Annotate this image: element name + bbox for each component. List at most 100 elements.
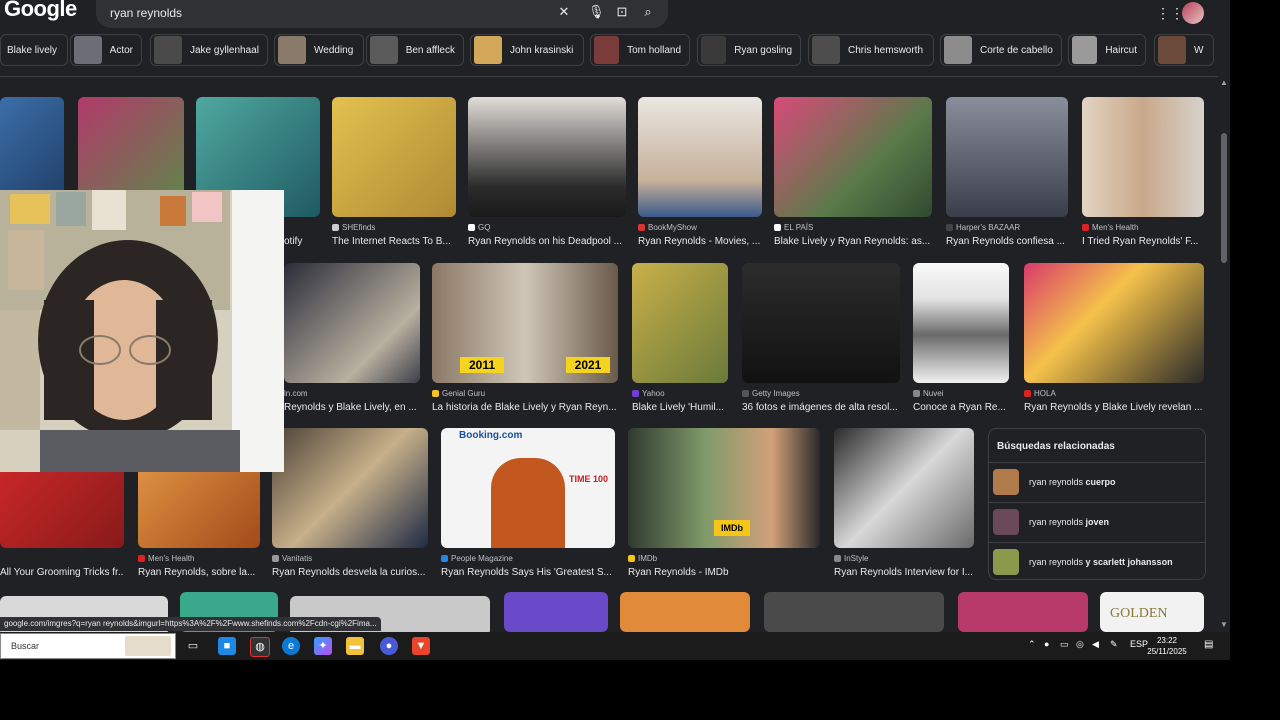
result-title[interactable]: Blake Lively 'Humil... — [632, 402, 728, 413]
result-thumbnail[interactable] — [742, 263, 900, 383]
chip-ben-affleck[interactable]: Ben affleck — [366, 34, 464, 66]
result-thumbnail[interactable] — [638, 97, 762, 217]
result-title[interactable]: All Your Grooming Tricks fr... — [0, 567, 124, 578]
scroll-down-icon[interactable]: ▼ — [1219, 620, 1229, 630]
image-result[interactable] — [764, 592, 944, 632]
result-thumbnail[interactable] — [332, 97, 456, 217]
related-item-scarlett[interactable]: ryan reynolds y scarlett johansson — [989, 542, 1205, 581]
image-result[interactable]: SHEfinds The Internet Reacts To B... — [332, 97, 456, 247]
result-title[interactable]: I Tried Ryan Reynolds' F... — [1082, 236, 1206, 247]
edge-icon[interactable]: e — [282, 637, 300, 655]
image-result[interactable] — [504, 592, 608, 632]
result-thumbnail[interactable]: GOLDEN — [1100, 592, 1204, 632]
result-title[interactable]: Blake Lively y Ryan Reynolds: as... — [774, 236, 932, 247]
related-item-joven[interactable]: ryan reynolds joven — [989, 502, 1205, 541]
chip-actor[interactable]: Actor — [70, 34, 142, 66]
settings-tray-icon[interactable]: ◎ — [1076, 639, 1084, 650]
image-result[interactable]: Nuvei Conoce a Ryan Re... — [913, 263, 1011, 413]
result-thumbnail[interactable] — [946, 97, 1068, 217]
image-result[interactable]: Men's Health I Tried Ryan Reynolds' F... — [1082, 97, 1206, 247]
pen-icon[interactable]: ✎ — [1110, 639, 1118, 650]
result-thumbnail[interactable] — [468, 97, 626, 217]
result-thumbnail[interactable] — [913, 263, 1009, 383]
chip-blake-lively[interactable]: Blake lively — [0, 34, 68, 66]
result-title[interactable]: The Internet Reacts To B... — [332, 236, 450, 247]
image-result[interactable]: GQ Ryan Reynolds on his Deadpool ... — [468, 97, 626, 247]
image-result[interactable]: Booking.com TIME 100 People Magazine Rya… — [441, 428, 617, 580]
apps-grid-icon[interactable]: ⋮⋮ — [1156, 5, 1184, 21]
store-icon[interactable]: ■ — [218, 637, 236, 655]
image-result[interactable]: Getty Images 36 fotos e imágenes de alta… — [742, 263, 900, 413]
microphone-icon[interactable]: 🎙 — [588, 4, 605, 20]
scroll-up-icon[interactable]: ▲ — [1219, 78, 1229, 88]
chip-corte-de-cabello[interactable]: Corte de cabello — [940, 34, 1062, 66]
task-view-icon[interactable]: ▭ — [184, 637, 202, 655]
image-result[interactable]: ln.com Reynolds y Blake Lively, en ... — [284, 263, 420, 413]
search-box[interactable]: ✕ 🎙 ⊡ ⌕ — [96, 0, 668, 28]
result-thumbnail[interactable] — [284, 263, 420, 383]
result-thumbnail[interactable] — [958, 592, 1088, 632]
image-result[interactable]: InStyle Ryan Reynolds Interview for I... — [834, 428, 974, 580]
result-thumbnail[interactable] — [272, 428, 428, 548]
result-title[interactable]: otify — [284, 236, 320, 247]
image-result[interactable]: EL PAÍS Blake Lively y Ryan Reynolds: as… — [774, 97, 934, 247]
clock[interactable]: 23:22 25/11/2025 — [1144, 635, 1190, 657]
result-title[interactable]: Reynolds y Blake Lively, en ... — [284, 402, 420, 413]
avatar[interactable] — [1182, 2, 1204, 24]
result-thumbnail[interactable] — [620, 592, 750, 632]
result-title[interactable]: Ryan Reynolds, sobre la... — [138, 567, 260, 578]
result-title[interactable]: Ryan Reynolds y Blake Lively revelan ... — [1024, 402, 1204, 413]
chip-john-krasinski[interactable]: John krasinski — [470, 34, 584, 66]
result-title[interactable]: 36 fotos e imágenes de alta resol... — [742, 402, 900, 413]
app-icon[interactable]: ◍ — [250, 637, 270, 657]
result-title[interactable]: Ryan Reynolds Interview for I... — [834, 567, 974, 578]
result-title[interactable]: Ryan Reynolds on his Deadpool ... — [468, 236, 626, 247]
chip-jake-gyllenhaal[interactable]: Jake gyllenhaal — [150, 34, 268, 66]
result-title[interactable]: Ryan Reynolds confiesa ... — [946, 236, 1070, 247]
result-title[interactable]: Conoce a Ryan Re... — [913, 402, 1009, 413]
tray-chevron-icon[interactable]: ⌃ — [1028, 639, 1036, 650]
image-result[interactable]: HOLA Ryan Reynolds y Blake Lively revela… — [1024, 263, 1206, 413]
folder-icon[interactable]: ▬ — [346, 637, 364, 655]
image-result[interactable]: Harper's BAZAAR Ryan Reynolds confiesa .… — [946, 97, 1070, 247]
image-result[interactable]: BookMyShow Ryan Reynolds - Movies, ... — [638, 97, 762, 247]
microphone-tray-icon[interactable]: ● — [1044, 639, 1049, 649]
notification-icon[interactable]: ▤ — [1204, 639, 1216, 651]
result-thumbnail[interactable] — [1082, 97, 1204, 217]
result-thumbnail[interactable]: 2011 2021 — [432, 263, 618, 383]
image-result[interactable]: IMDb IMDb Ryan Reynolds - IMDb — [628, 428, 822, 580]
clear-icon[interactable]: ✕ — [556, 4, 572, 20]
chip-ryan-gosling[interactable]: Ryan gosling — [697, 34, 801, 66]
result-thumbnail[interactable] — [504, 592, 608, 632]
image-result[interactable]: GOLDEN — [1100, 592, 1206, 632]
scrollbar-thumb[interactable] — [1221, 133, 1227, 263]
camera-search-icon[interactable]: ⊡ — [614, 4, 630, 20]
chip-wedding[interactable]: Wedding — [274, 34, 364, 66]
result-thumbnail[interactable] — [1024, 263, 1204, 383]
result-thumbnail[interactable] — [834, 428, 974, 548]
chip-w[interactable]: W — [1154, 34, 1214, 66]
chip-chris-hemsworth[interactable]: Chris hemsworth — [808, 34, 934, 66]
result-thumbnail[interactable]: IMDb — [628, 428, 820, 548]
search-icon[interactable]: ⌕ — [640, 4, 656, 20]
search-input[interactable] — [108, 1, 542, 25]
volume-icon[interactable]: ◀ — [1092, 639, 1099, 650]
chrome-icon[interactable]: ● — [380, 637, 398, 655]
copilot-icon[interactable]: ✦ — [314, 637, 332, 655]
network-icon[interactable]: ▭ — [1060, 639, 1069, 650]
result-title[interactable]: Ryan Reynolds - Movies, ... — [638, 236, 762, 247]
result-thumbnail[interactable] — [764, 592, 944, 632]
image-result[interactable] — [958, 592, 1088, 632]
result-thumbnail[interactable] — [632, 263, 728, 383]
chip-haircut[interactable]: Haircut — [1068, 34, 1146, 66]
result-thumbnail[interactable]: Booking.com TIME 100 — [441, 428, 615, 548]
result-title[interactable]: Ryan Reynolds Says His 'Greatest S... — [441, 567, 615, 578]
result-title[interactable]: La historia de Blake Lively y Ryan Reyn.… — [432, 402, 618, 413]
result-thumbnail[interactable] — [774, 97, 932, 217]
chip-tom-holland[interactable]: Tom holland — [590, 34, 690, 66]
result-title[interactable]: Ryan Reynolds - IMDb — [628, 567, 820, 578]
image-result[interactable]: 2011 2021 Genial Guru La historia de Bla… — [432, 263, 620, 413]
image-result[interactable]: Yahoo Blake Lively 'Humil... — [632, 263, 730, 413]
image-result[interactable] — [620, 592, 750, 632]
related-item-cuerpo[interactable]: ryan reynolds cuerpo — [989, 462, 1205, 501]
